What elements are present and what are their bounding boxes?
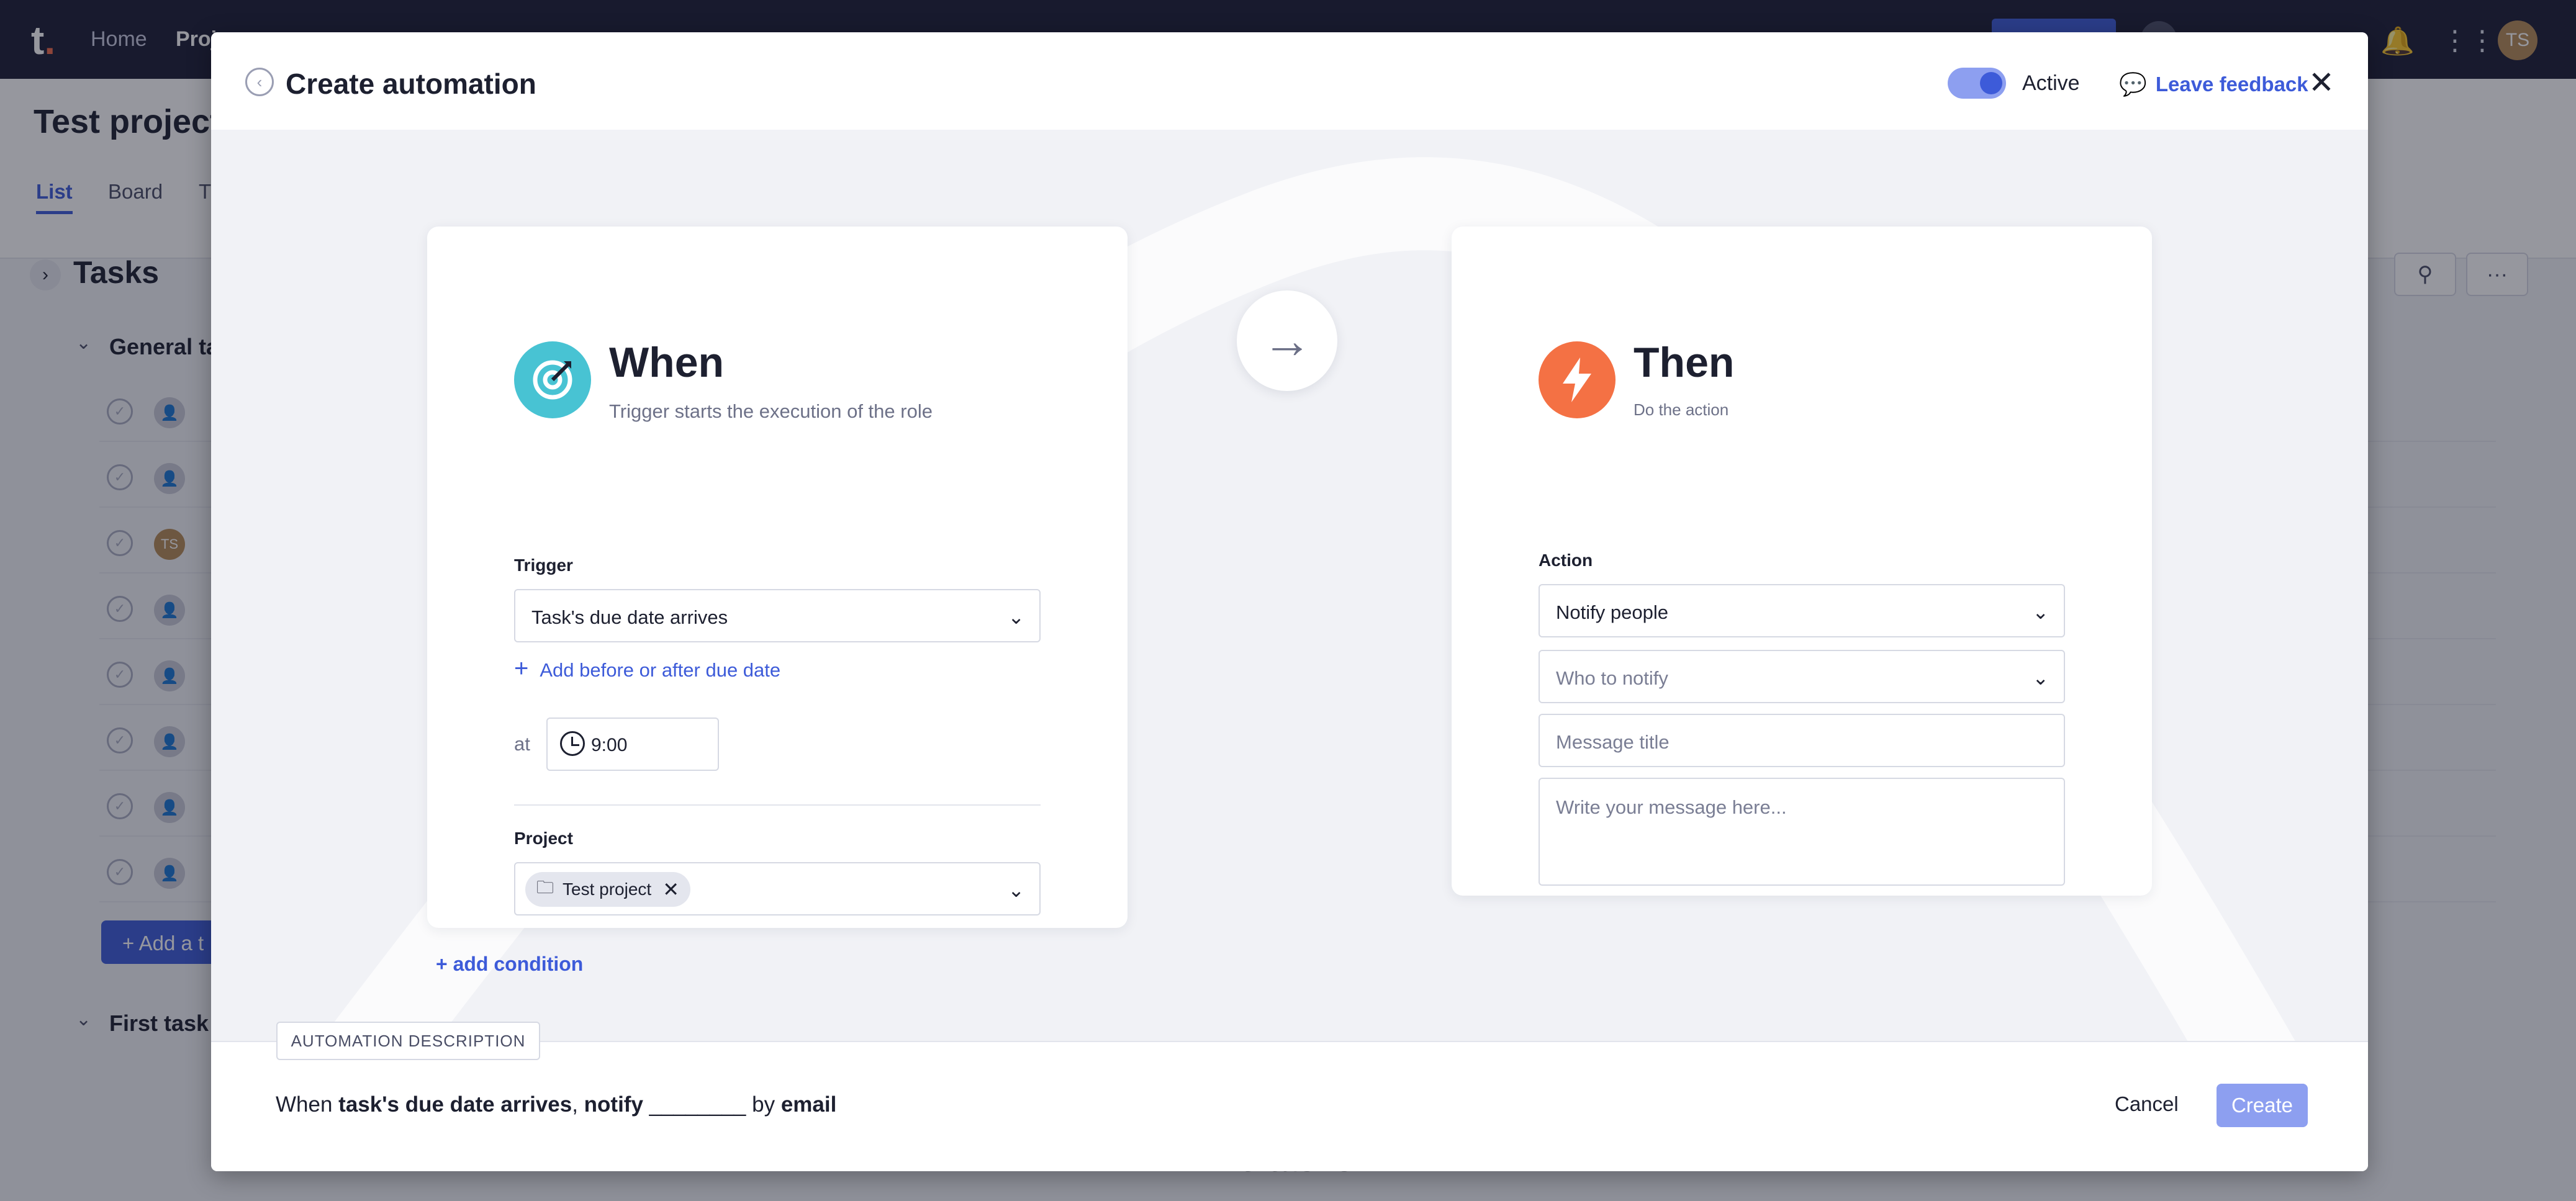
project-select[interactable]: 🗀 Test project ✕ ⌄ bbox=[514, 862, 1041, 915]
who-to-notify-select[interactable]: Who to notify ⌄ bbox=[1539, 650, 2065, 703]
chevron-down-icon: ⌄ bbox=[2032, 601, 2049, 623]
automation-description: When task's due date arrives, notify ___… bbox=[276, 1092, 836, 1117]
remove-chip-icon[interactable]: ✕ bbox=[662, 878, 679, 901]
message-placeholder: Write your message here... bbox=[1556, 796, 1787, 818]
active-label: Active bbox=[2022, 71, 2080, 95]
project-chip: 🗀 Test project ✕ bbox=[525, 872, 690, 907]
action-label: Action bbox=[1539, 551, 1593, 570]
trigger-value: Task's due date arrives bbox=[531, 606, 728, 628]
trigger-label: Trigger bbox=[514, 556, 573, 575]
add-link-label: Add before or after due date bbox=[540, 659, 781, 681]
create-automation-dialog: ‹ Create automation Active 💬 Leave feedba… bbox=[211, 32, 2368, 1171]
then-subtitle: Do the action bbox=[1634, 400, 1729, 419]
then-card: Then Do the action Action Notify people … bbox=[1452, 227, 2152, 896]
time-value: 9:00 bbox=[591, 735, 628, 755]
arrow-right-icon: → bbox=[1237, 290, 1337, 391]
leave-feedback-link[interactable]: 💬 Leave feedback bbox=[2119, 71, 2308, 97]
target-icon bbox=[514, 341, 591, 418]
description-trigger: task's due date arrives bbox=[338, 1092, 572, 1117]
message-textarea[interactable]: Write your message here... bbox=[1539, 778, 2065, 886]
project-chip-label: Test project bbox=[563, 879, 652, 899]
chevron-down-icon: ⌄ bbox=[1008, 606, 1024, 628]
message-title-input[interactable]: Message title bbox=[1539, 714, 2065, 767]
clock-icon bbox=[560, 731, 585, 756]
plus-icon: + bbox=[514, 655, 529, 682]
description-separator: , bbox=[572, 1092, 578, 1117]
back-icon[interactable]: ‹ bbox=[245, 68, 274, 96]
project-label: Project bbox=[514, 829, 573, 848]
divider bbox=[514, 804, 1041, 806]
message-title-placeholder: Message title bbox=[1556, 731, 1670, 753]
add-before-after-due-date-link[interactable]: + Add before or after due date bbox=[514, 655, 780, 683]
description-prefix: When bbox=[276, 1092, 333, 1117]
lightning-icon bbox=[1539, 341, 1616, 418]
leave-feedback-label: Leave feedback bbox=[2155, 73, 2308, 96]
description-action: notify bbox=[584, 1092, 643, 1117]
action-select[interactable]: Notify people ⌄ bbox=[1539, 584, 2065, 637]
when-card: When Trigger starts the execution of the… bbox=[427, 227, 1128, 928]
description-blank: ________ bbox=[649, 1092, 746, 1117]
when-heading: When bbox=[609, 339, 725, 386]
close-icon[interactable]: ✕ bbox=[2308, 65, 2334, 101]
description-channel: email bbox=[780, 1092, 837, 1117]
who-to-notify-placeholder: Who to notify bbox=[1556, 667, 1668, 689]
action-value: Notify people bbox=[1556, 601, 1668, 623]
cancel-button[interactable]: Cancel bbox=[2115, 1092, 2179, 1116]
dialog-header: ‹ Create automation Active 💬 Leave feedba… bbox=[211, 32, 2368, 130]
chevron-down-icon: ⌄ bbox=[2032, 667, 2049, 689]
folder-icon: 🗀 bbox=[536, 878, 554, 897]
toggle-knob bbox=[1980, 72, 2002, 94]
dialog-body: When Trigger starts the execution of the… bbox=[211, 130, 2368, 1073]
description-by: by bbox=[752, 1092, 775, 1117]
add-condition-link[interactable]: + add condition bbox=[436, 953, 583, 976]
when-subtitle: Trigger starts the execution of the role bbox=[609, 400, 933, 422]
chat-bubble-icon: 💬 bbox=[2119, 71, 2147, 97]
time-input[interactable]: 9:00 bbox=[546, 717, 719, 771]
active-toggle[interactable] bbox=[1948, 68, 2006, 99]
trigger-select[interactable]: Task's due date arrives ⌄ bbox=[514, 589, 1041, 642]
then-heading: Then bbox=[1634, 339, 1735, 386]
automation-description-tab: AUTOMATION DESCRIPTION bbox=[276, 1022, 540, 1060]
chevron-down-icon: ⌄ bbox=[1008, 879, 1024, 901]
at-label: at bbox=[514, 733, 530, 755]
create-button[interactable]: Create bbox=[2217, 1084, 2308, 1127]
dialog-title: Create automation bbox=[286, 68, 536, 100]
